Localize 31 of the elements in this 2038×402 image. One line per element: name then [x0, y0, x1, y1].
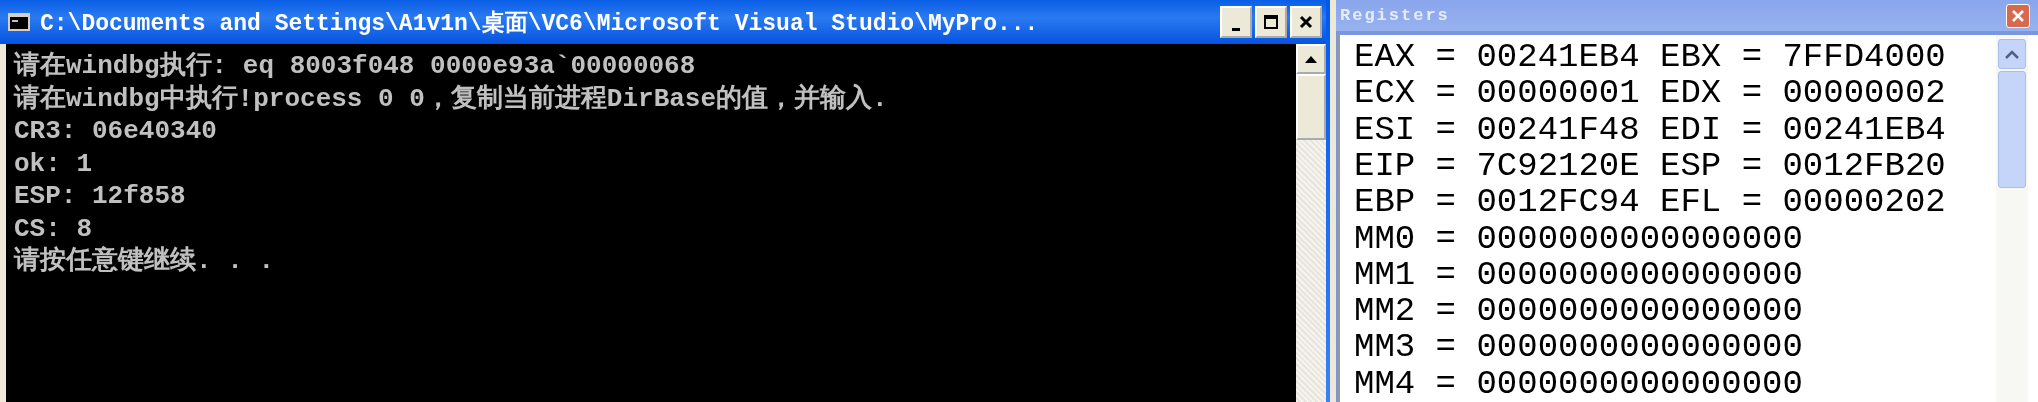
register-line: MM0 = 0000000000000000 [1354, 220, 1804, 257]
close-button[interactable] [1290, 6, 1322, 38]
console-line: 请在windbg中执行!process 0 0，复制当前进程DirBase的值，并输入. [14, 82, 889, 115]
console-icon [8, 13, 30, 31]
maximize-icon [1263, 14, 1279, 30]
register-line: EAX = 00241EB4 EBX = 7FFD4000 [1354, 39, 1947, 76]
close-icon [2011, 8, 2025, 23]
minimize-button[interactable] [1220, 6, 1252, 38]
scrollbar[interactable] [1996, 35, 2028, 402]
console-line: 请按任意键继续. . . [14, 245, 275, 278]
console-line: ESP: 12f858 [14, 180, 187, 213]
register-line: MM2 = 0000000000000000 [1354, 293, 1804, 330]
console-line: 请在windbg执行: eq 8003f048 0000e93a`00000068 [14, 50, 697, 83]
register-line: ECX = 00000001 EDX = 00000002 [1354, 75, 1947, 112]
register-line: EBP = 0012FC94 EFL = 00000202 [1354, 184, 1947, 221]
minimize-icon [1232, 27, 1240, 31]
window-title: C:\Documents and Settings\A1v1n\桌面\VC6\Microsoft Visual Studio\MyPro... [40, 9, 1040, 38]
console-line: CR3: 06e40340 [14, 115, 218, 148]
register-line: ESI = 00241F48 EDI = 00241EB4 [1354, 111, 1947, 148]
console-line: CS: 8 [14, 212, 93, 245]
scroll-thumb[interactable] [1998, 71, 2026, 189]
console-line: ok: 1 [14, 147, 93, 180]
register-line: MM1 = 0000000000000000 [1354, 256, 1804, 294]
maximize-button[interactable] [1255, 6, 1287, 38]
register-line: EIP = 7C92120E ESP = 0012FB20 [1354, 147, 1947, 185]
up-chevron-icon [2004, 49, 2020, 60]
window-title: Registers [1340, 6, 1450, 25]
register-line: MM3 = 0000000000000000 [1354, 329, 1804, 366]
register-line: MM4 = 0000000000000000 [1354, 365, 1804, 402]
close-icon [1298, 14, 1314, 30]
up-arrow-icon [1305, 55, 1317, 63]
